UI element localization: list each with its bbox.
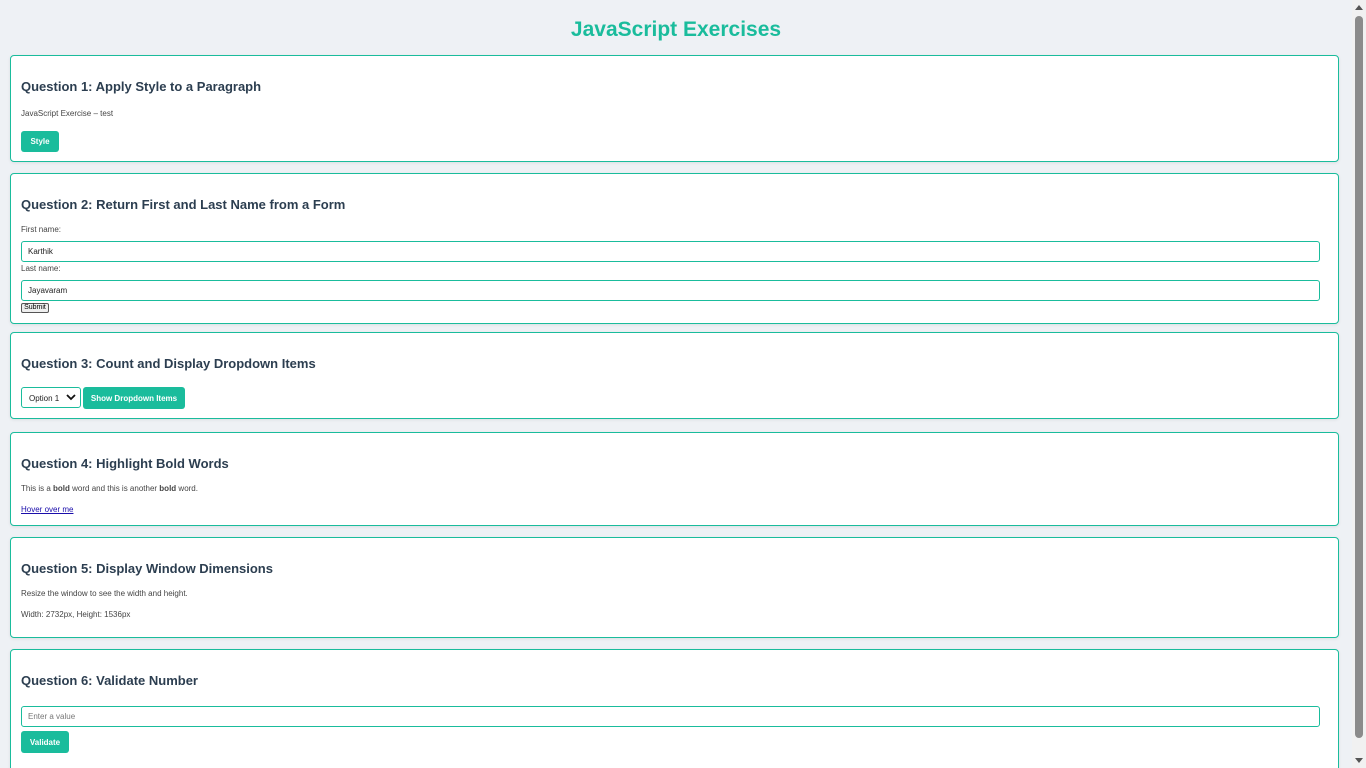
question-4-heading: Question 4: Highlight Bold Words (21, 456, 229, 471)
question-4-card: Question 4: Highlight Bold Words This is… (10, 432, 1339, 526)
first-name-input[interactable]: Karthik (21, 241, 1320, 262)
options-dropdown[interactable]: Option 1 (21, 387, 81, 408)
styled-paragraph: JavaScript Exercise – test (21, 109, 114, 118)
bold-word: bold (53, 484, 70, 493)
vertical-scrollbar[interactable] (1352, 0, 1366, 768)
last-name-label: Last name: (21, 264, 61, 273)
question-5-card: Question 5: Display Window Dimensions Re… (10, 537, 1339, 638)
question-1-heading: Question 1: Apply Style to a Paragraph (21, 79, 262, 94)
question-5-heading: Question 5: Display Window Dimensions (21, 561, 273, 576)
question-2-heading: Question 2: Return First and Last Name f… (21, 197, 346, 212)
bold-word: bold (159, 484, 177, 493)
scroll-down-arrow-icon[interactable] (1355, 758, 1363, 763)
scroll-up-arrow-icon[interactable] (1355, 5, 1363, 10)
question-6-card: Question 6: Validate Number Enter a valu… (10, 649, 1339, 768)
question-6-heading: Question 6: Validate Number (21, 673, 198, 688)
paragraph-text: This is a (21, 484, 54, 493)
submit-button[interactable]: Submit (21, 303, 49, 313)
show-dropdown-items-button[interactable]: Show Dropdown Items (83, 387, 185, 409)
page-title: JavaScript Exercises (570, 18, 782, 41)
question-1-card: Question 1: Apply Style to a Paragraph J… (10, 55, 1339, 162)
hover-link[interactable]: Hover over me (21, 505, 73, 514)
style-button[interactable]: Style (21, 131, 59, 152)
question-2-card: Question 2: Return First and Last Name f… (10, 173, 1339, 324)
dropdown-selected-value: Option 1 (29, 394, 60, 403)
question-3-card: Question 3: Count and Display Dropdown I… (10, 332, 1339, 419)
window-dimensions-text: Width: 2732px, Height: 1536px (21, 610, 131, 619)
number-input[interactable]: Enter a value (21, 706, 1320, 727)
bold-words-paragraph: This is a bold word and this is another … (21, 484, 198, 493)
resize-info-text: Resize the window to see the width and h… (21, 589, 188, 598)
question-3-heading: Question 3: Count and Display Dropdown I… (21, 356, 316, 371)
validate-button[interactable]: Validate (21, 731, 69, 753)
page: JavaScript Exercises Question 1: Apply S… (0, 0, 1366, 768)
paragraph-text: word. (176, 484, 198, 493)
scrollbar-thumb[interactable] (1355, 16, 1363, 738)
first-name-label: First name: (21, 225, 62, 234)
last-name-input[interactable]: Jayavaram (21, 280, 1320, 301)
paragraph-text: word and this is another (69, 484, 160, 493)
chevron-down-icon (66, 394, 76, 401)
